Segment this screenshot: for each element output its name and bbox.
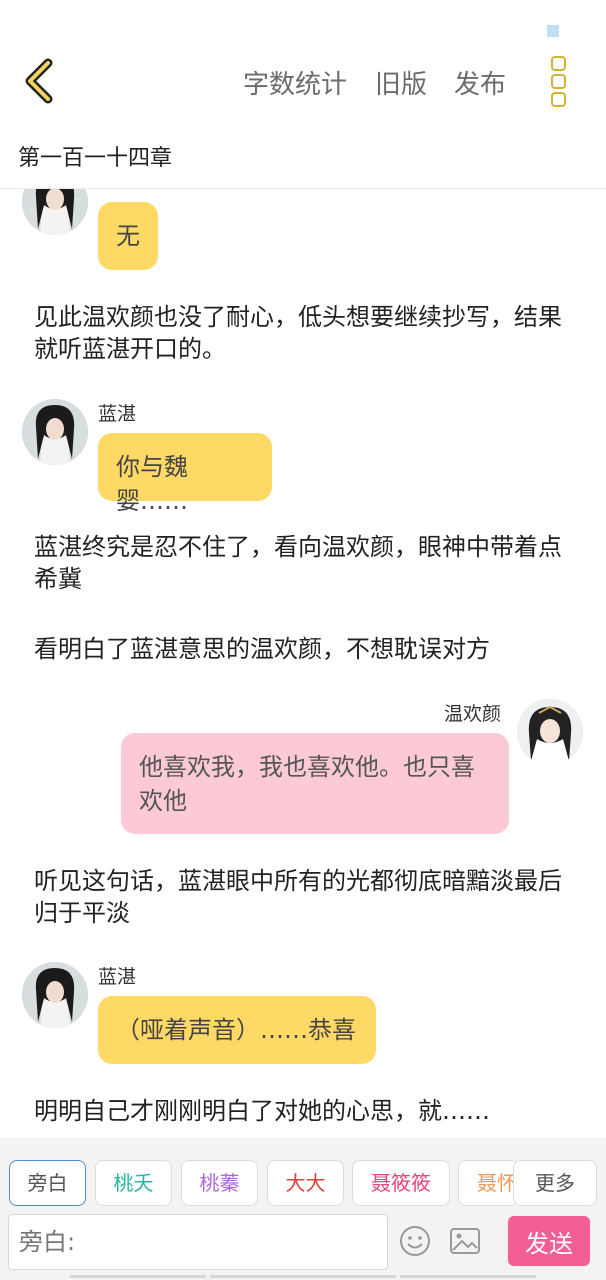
image-button[interactable]: [448, 1224, 482, 1258]
back-button[interactable]: [20, 58, 60, 104]
more-roles-button[interactable]: 更多: [513, 1160, 597, 1206]
narration-text: 明明自己才刚刚明白了对她的心思，就……: [34, 1097, 490, 1125]
emoji-icon: [400, 1226, 430, 1256]
role-chip[interactable]: 桃夭: [95, 1160, 172, 1206]
more-options-button[interactable]: [544, 56, 572, 107]
speaker-name: 蓝湛: [98, 403, 137, 425]
avatar-portrait-icon: [22, 962, 88, 1028]
message-input[interactable]: [8, 1214, 388, 1270]
chat-bubble[interactable]: （哑着声音）……恭喜: [98, 996, 376, 1064]
publish-button[interactable]: 发布: [454, 64, 506, 101]
emoji-button[interactable]: [398, 1224, 432, 1258]
old-version-button[interactable]: 旧版: [375, 64, 427, 101]
chat-bubble[interactable]: 无: [98, 202, 158, 270]
avatar-lanzhan[interactable]: [22, 962, 88, 1028]
role-chip[interactable]: 聂筱筱: [352, 1160, 450, 1206]
top-bar: 字数统计 旧版 发布: [0, 40, 606, 124]
chapter-title: 第一百一十四章: [18, 146, 173, 171]
role-chip[interactable]: 聂怀: [458, 1160, 518, 1206]
avatar-portrait-icon: [517, 699, 583, 765]
avatar-lanzhan[interactable]: [22, 399, 88, 465]
more-dot-icon: [551, 74, 566, 89]
narration-text: 看明白了蓝湛意思的温欢颜，不想耽误对方: [34, 635, 490, 663]
composer-panel: 旁白 桃夭 桃蓁 大大 聂筱筱 聂怀 更多 发送: [0, 1138, 606, 1280]
narration-text: 听见这句话，蓝湛眼中所有的光都彻底暗黯淡最后归于平淡: [34, 867, 562, 927]
avatar-portrait-icon: [22, 399, 88, 465]
narration-text: 见此温欢颜也没了耐心，低头想要继续抄写，结果就听蓝湛开口的。: [34, 303, 562, 363]
more-dot-icon: [551, 92, 566, 107]
send-button[interactable]: 发送: [508, 1216, 590, 1266]
status-indicator-icon: [547, 25, 559, 37]
avatar-lanzhan[interactable]: [22, 189, 88, 235]
chat-feed[interactable]: 无 见此温欢颜也没了耐心，低头想要继续抄写，结果就听蓝湛开口的。 蓝湛 你与魏婴…: [0, 189, 606, 1138]
avatar-wenhuanyan[interactable]: [517, 699, 583, 765]
image-icon: [450, 1228, 480, 1254]
role-chip-narrator[interactable]: 旁白: [9, 1160, 86, 1206]
narration-text: 蓝湛终究是忍不住了，看向温欢颜，眼神中带着点希冀: [34, 533, 562, 593]
chat-bubble[interactable]: 他喜欢我，我也喜欢他。也只喜欢他: [121, 733, 509, 834]
avatar-portrait-icon: [22, 189, 88, 235]
role-chip[interactable]: 桃蓁: [181, 1160, 258, 1206]
chat-bubble[interactable]: 你与魏婴……: [98, 433, 272, 515]
scroll-indicator: [70, 1275, 206, 1278]
speaker-name: 蓝湛: [98, 966, 137, 988]
chevron-left-icon: [25, 58, 53, 104]
speaker-name: 温欢颜: [444, 703, 502, 725]
role-chip[interactable]: 大大: [267, 1160, 344, 1206]
more-dot-icon: [551, 56, 566, 71]
word-count-button[interactable]: 字数统计: [243, 64, 347, 101]
scroll-indicator: [400, 1275, 536, 1278]
scroll-indicator: [210, 1275, 396, 1278]
